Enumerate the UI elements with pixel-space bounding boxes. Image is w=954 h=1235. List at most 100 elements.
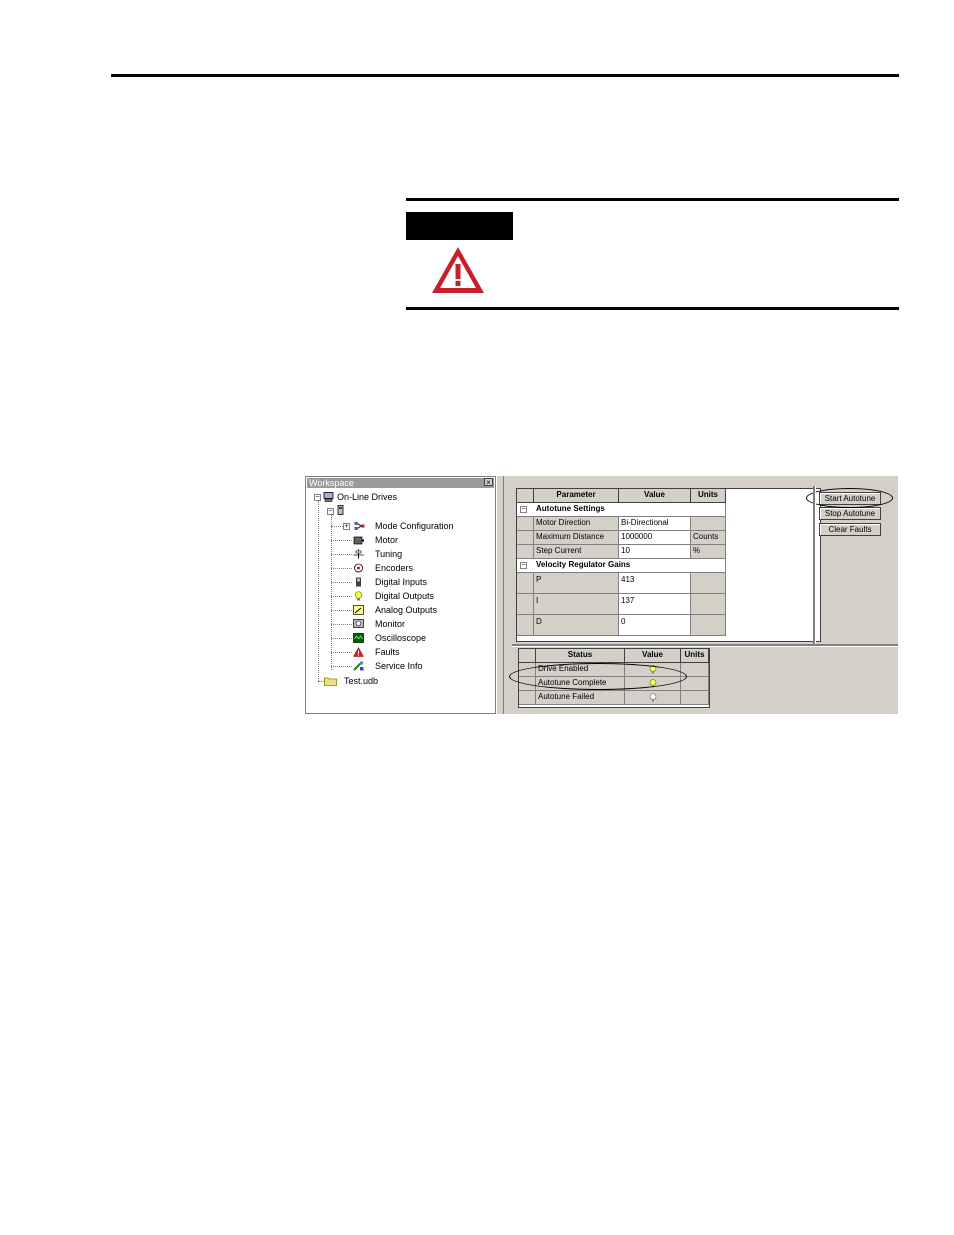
- status-name: Autotune Failed: [536, 691, 625, 705]
- expand-toggle[interactable]: +: [343, 523, 350, 530]
- tree-item-motor[interactable]: Motor: [375, 535, 398, 546]
- tree-line: [318, 501, 319, 681]
- tuning-icon: [353, 549, 364, 559]
- workspace-title: Workspace: [307, 478, 494, 488]
- tree-line: [331, 540, 352, 541]
- tree-item-faults[interactable]: Faults: [375, 647, 400, 658]
- clear-faults-button[interactable]: Clear Faults: [819, 523, 881, 536]
- digital-output-icon: [354, 591, 363, 601]
- gain-units: [691, 573, 726, 594]
- tree-item-tuning[interactable]: Tuning: [375, 549, 402, 560]
- collapse-toggle[interactable]: −: [327, 508, 334, 515]
- tree-item-analog-outputs[interactable]: Analog Outputs: [375, 605, 437, 616]
- tree-item-digital-outputs[interactable]: Digital Outputs: [375, 591, 434, 602]
- tree-line: [331, 638, 352, 639]
- encoder-icon: [354, 563, 363, 573]
- tree-line: [331, 596, 352, 597]
- tree-line: [331, 666, 352, 667]
- row-gutter: [517, 594, 534, 615]
- service-info-icon: [353, 661, 364, 671]
- mode-config-icon: [354, 522, 365, 530]
- status-units: [681, 691, 709, 705]
- tree-line: [331, 514, 332, 670]
- tree-line: [331, 526, 343, 527]
- tree-line: [331, 652, 352, 653]
- tree-item-oscilloscope[interactable]: Oscilloscope: [375, 633, 426, 644]
- param-units: [691, 517, 726, 531]
- column-header-parameter[interactable]: Parameter: [534, 489, 619, 503]
- column-header-status[interactable]: Status: [536, 649, 625, 663]
- tree-line: [331, 624, 352, 625]
- pane-divider: [813, 486, 816, 644]
- attention-label-box: [406, 212, 513, 240]
- status-value: [625, 691, 681, 705]
- attention-bottom-rule: [406, 307, 899, 310]
- row-gutter: −: [517, 503, 534, 517]
- param-value-field[interactable]: Bi-Directional: [619, 517, 691, 531]
- monitor-icon: [353, 619, 364, 628]
- tree-item-monitor[interactable]: Monitor: [375, 619, 405, 630]
- column-header-status-value[interactable]: Value: [625, 649, 681, 663]
- software-screenshot: Workspace × − On-Line Drives − + Mode Co…: [305, 476, 898, 714]
- gain-value-field[interactable]: 0: [619, 615, 691, 636]
- tree-line: [331, 568, 352, 569]
- row-gutter: [517, 517, 534, 531]
- param-name: Step Current: [534, 545, 619, 559]
- collapse-toggle[interactable]: −: [520, 506, 527, 513]
- folder-icon: [324, 677, 337, 686]
- parameter-grid: Parameter Value Units − Autotune Setting…: [516, 488, 821, 642]
- row-gutter: −: [517, 559, 534, 573]
- column-header-value[interactable]: Value: [619, 489, 691, 503]
- row-gutter: [519, 691, 536, 705]
- tree-line: [331, 582, 352, 583]
- header-rule: [111, 74, 899, 77]
- column-header-status-units[interactable]: Units: [681, 649, 709, 663]
- section-autotune-settings: Autotune Settings: [534, 503, 726, 517]
- column-header-units[interactable]: Units: [691, 489, 726, 503]
- drive-icon[interactable]: [336, 505, 347, 515]
- param-units: Counts: [691, 531, 726, 545]
- tree-item-test-udb[interactable]: Test.udb: [344, 676, 378, 687]
- collapse-toggle[interactable]: −: [520, 562, 527, 569]
- close-button[interactable]: ×: [484, 478, 493, 487]
- gain-name: P: [534, 573, 619, 594]
- collapse-toggle[interactable]: −: [314, 494, 321, 501]
- tree-item-service-info[interactable]: Service Info: [375, 661, 423, 672]
- gain-value-field[interactable]: 413: [619, 573, 691, 594]
- motor-icon: [353, 536, 364, 545]
- oscilloscope-icon: [353, 633, 364, 643]
- autotune-panel: Parameter Value Units − Autotune Setting…: [504, 476, 898, 714]
- splitter-bar[interactable]: [496, 476, 504, 714]
- param-value-field[interactable]: 10: [619, 545, 691, 559]
- gain-units: [691, 615, 726, 636]
- fault-warning-icon: [353, 647, 364, 657]
- param-name: Motor Direction: [534, 517, 619, 531]
- row-gutter: [517, 615, 534, 636]
- grid-corner: [519, 649, 536, 663]
- param-value-field[interactable]: 1000000: [619, 531, 691, 545]
- stop-autotune-button[interactable]: Stop Autotune: [819, 507, 881, 520]
- row-gutter: [517, 573, 534, 594]
- tree-item-digital-inputs[interactable]: Digital Inputs: [375, 577, 427, 588]
- tree-item-encoders[interactable]: Encoders: [375, 563, 413, 574]
- analog-output-icon: [353, 605, 364, 615]
- warning-triangle-icon: [432, 247, 484, 293]
- pane-divider: [512, 644, 898, 647]
- gain-name: I: [534, 594, 619, 615]
- gain-name: D: [534, 615, 619, 636]
- lightbulb-off-icon: [649, 693, 657, 702]
- attention-top-rule: [406, 198, 899, 201]
- param-name: Maximum Distance: [534, 531, 619, 545]
- row-gutter: [517, 531, 534, 545]
- gain-units: [691, 594, 726, 615]
- tree-root-online-drives[interactable]: On-Line Drives: [337, 492, 397, 503]
- param-units: %: [691, 545, 726, 559]
- gain-value-field[interactable]: 137: [619, 594, 691, 615]
- tree-line: [331, 554, 352, 555]
- row-gutter: [517, 545, 534, 559]
- tree-item-mode-configuration[interactable]: Mode Configuration: [375, 521, 454, 532]
- section-velocity-regulator-gains: Velocity Regulator Gains: [534, 559, 726, 573]
- tree-line: [331, 610, 352, 611]
- highlight-oval-start: [806, 488, 893, 508]
- digital-input-icon: [356, 577, 361, 587]
